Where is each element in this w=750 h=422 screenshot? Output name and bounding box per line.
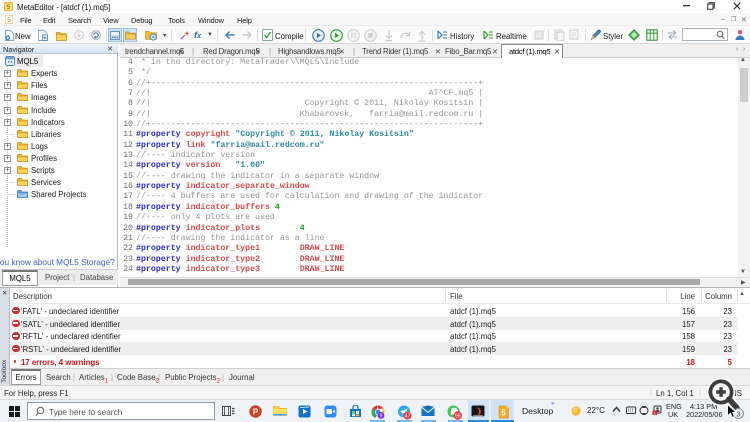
svg-text:96: 96 xyxy=(455,414,461,420)
svg-text:5: 5 xyxy=(501,409,506,418)
svg-text:P: P xyxy=(253,407,259,416)
svg-text:5: 5 xyxy=(7,17,11,24)
svg-text:9: 9 xyxy=(380,414,383,419)
svg-text:1: 1 xyxy=(654,411,656,415)
svg-text:47: 47 xyxy=(405,414,411,420)
svg-text:3: 3 xyxy=(736,410,740,419)
